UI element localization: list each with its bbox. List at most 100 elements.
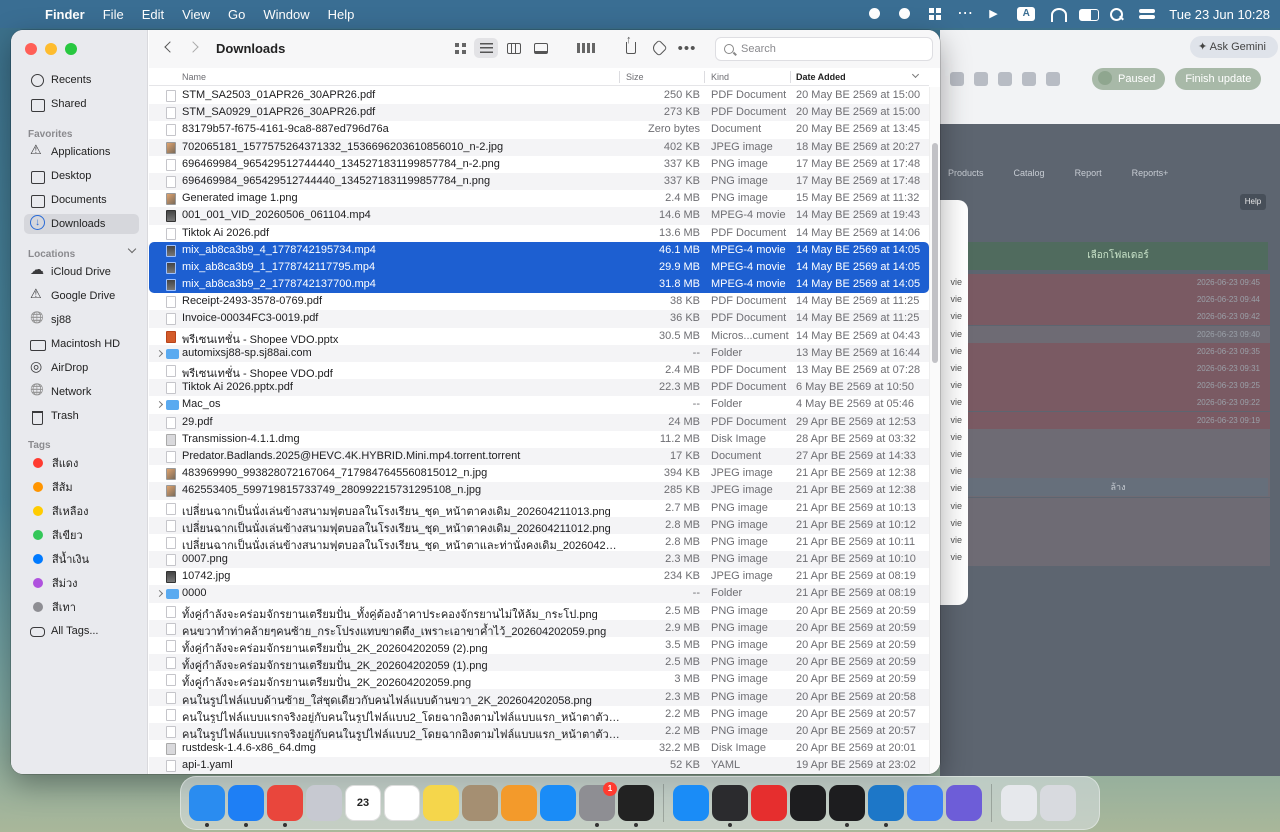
zoom-window-button[interactable] [65, 43, 77, 55]
job-row[interactable]: vie 2026-06-23 09:44 [940, 291, 1270, 309]
vertical-scrollbar[interactable] [929, 87, 940, 774]
file-row[interactable]: คนขวาทำท่าคล้ายๆคนซ้าย_กระโปรงแทบขาดตึง_… [149, 619, 929, 638]
file-row[interactable]: 462553405_599719815733749_28099221573129… [149, 482, 929, 500]
sidebar-item-tag[interactable]: สีแดง [24, 453, 139, 473]
file-row[interactable]: 10742.jpg 234 KB JPEG image 21 Apr BE 2569 … [149, 568, 929, 585]
job-row[interactable]: vie [940, 428, 1270, 446]
job-row[interactable]: vie 2026-06-23 09:31 [940, 360, 1270, 378]
puzzle-icon[interactable] [998, 72, 1012, 86]
sidebar-item-macintosh-hd[interactable]: Macintosh HD [24, 334, 139, 354]
help-button[interactable]: Help [1240, 194, 1266, 210]
file-row[interactable]: ทั้งคู่กำลังจะคร่อมจักรยานเตรียมปั่น_2K_… [149, 671, 929, 689]
column-size[interactable]: Size [626, 72, 644, 82]
finish-update-button[interactable]: Finish update [1175, 68, 1262, 90]
file-row[interactable]: Tiktok Ai 2026.pptx.pdf 22.3 MB PDF Docume… [149, 379, 929, 397]
extension-icon[interactable] [974, 72, 988, 86]
job-row[interactable]: vie [940, 549, 1270, 567]
disclosure-chevron-icon[interactable] [155, 401, 164, 409]
file-row[interactable]: ทั้งคู่กำลังจะคร่อมจักรยานเตรียมปั่น_2K_… [149, 637, 929, 655]
sidebar-item-applications[interactable]: Applications [24, 142, 139, 162]
sidebar-item-downloads[interactable]: Downloads [24, 214, 139, 234]
search-field[interactable] [715, 37, 933, 61]
menu-window[interactable]: Window [254, 7, 318, 22]
spotlight-icon[interactable] [1109, 7, 1125, 21]
sidebar-item-desktop[interactable]: Desktop [24, 166, 139, 186]
grid-app-icon[interactable] [712, 785, 748, 827]
activity-monitor-app-icon[interactable] [790, 785, 826, 821]
file-row[interactable]: Invoice-00034FC3-0019.pdf 36 KB PDF Docume… [149, 310, 929, 328]
scrollbar-thumb[interactable] [932, 143, 938, 363]
reminders-app-icon[interactable] [384, 785, 420, 821]
sidebar-item-tag[interactable]: สีเหลือง [24, 501, 139, 521]
job-row[interactable]: vie [940, 497, 1270, 515]
file-row[interactable]: Predator.Badlands.2025@HEVC.4K.HYBRID.Mi… [149, 447, 929, 466]
sidebar-item-google-drive[interactable]: Google Drive [24, 286, 139, 306]
menu-view[interactable]: View [173, 7, 219, 22]
file-row[interactable]: 0007.png 2.3 MB PNG image 21 Apr BE 2569 at… [149, 551, 929, 569]
safari-app-icon[interactable] [228, 785, 264, 827]
group-by-button[interactable] [570, 38, 604, 58]
job-row[interactable]: vie [940, 445, 1270, 463]
nav-products[interactable]: Products [948, 168, 984, 188]
launchpad-app-icon[interactable] [306, 785, 342, 821]
control-center-icon[interactable] [1139, 7, 1156, 21]
sidebar-item-all-tags[interactable]: All Tags... [24, 621, 139, 641]
sidebar-item-sj88[interactable]: sj88 [24, 310, 139, 330]
windows-status-icon[interactable] [927, 7, 943, 21]
search-input[interactable] [741, 43, 911, 55]
close-window-button[interactable] [25, 43, 37, 55]
share-button[interactable] [619, 34, 643, 58]
sidebar-item-tag[interactable]: สีส้ม [24, 477, 139, 497]
forward-chevron-icon[interactable] [187, 41, 199, 53]
minimize-window-button[interactable] [45, 43, 57, 55]
file-row[interactable]: automixsj88-sp.sj88ai.com -- Folder 13 May … [149, 344, 929, 362]
battery-icon[interactable] [1079, 7, 1100, 21]
calendar-app-icon[interactable]: 23 [345, 785, 381, 821]
file-row[interactable]: STM_SA2503_01APR26_30APR26.pdf 250 KB PDF … [149, 87, 929, 104]
file-row[interactable]: 483969990_993828072167064_71798476455608… [149, 465, 929, 482]
file-row[interactable]: เปลี่ยนฉากเป็นนั่งเล่นข้างสนามฟุตบอลในโร… [149, 534, 929, 552]
file-row[interactable]: ทั้งคู่กำลังจะคร่อมจักรยานเตรียมปั่น_ทั้… [149, 603, 929, 621]
nav-catalog[interactable]: Catalog [1014, 168, 1045, 188]
ask-gemini-button[interactable]: ✦ Ask Gemini [1190, 36, 1278, 58]
app-status-icon[interactable] [897, 7, 913, 21]
image-app-icon[interactable] [618, 785, 654, 827]
file-row[interactable]: 696469984_965429512744440_13452718311998… [149, 156, 929, 173]
column-divider[interactable] [619, 71, 620, 83]
download-icon[interactable] [1046, 72, 1060, 86]
chrome-app-icon[interactable] [267, 785, 303, 827]
wifi-icon[interactable] [1049, 7, 1068, 22]
file-row[interactable]: ทั้งคู่กำลังจะคร่อมจักรยานเตรียมปั่น_2K_… [149, 654, 929, 672]
menu-go[interactable]: Go [219, 7, 254, 22]
file-row[interactable]: 696469984_965429512744440_13452718311998… [149, 172, 929, 191]
paused-button[interactable]: Paused [1092, 68, 1166, 90]
sidebar-item-shared[interactable]: Shared [24, 94, 139, 114]
disclosure-chevron-icon[interactable] [155, 590, 164, 598]
file-row[interactable]: Tiktok Ai 2026.pdf 13.6 MB PDF Document 14 … [149, 225, 929, 242]
sidebar-item-tag[interactable]: สีน้ำเงิน [24, 549, 139, 569]
column-divider[interactable] [790, 71, 791, 83]
nav-reports-plus[interactable]: Reports+ [1132, 168, 1169, 188]
file-row[interactable]: 29.pdf 24 MB PDF Document 29 Apr BE 2569 at… [149, 413, 929, 431]
file-row[interactable]: 702065181_1577575264371332_1536696203610… [149, 138, 929, 156]
star-icon[interactable] [950, 72, 964, 86]
disclosure-chevron-icon[interactable] [155, 349, 164, 357]
terminal-app-icon[interactable] [829, 785, 865, 827]
file-row[interactable]: คนในรูปไฟล์แบบด้านซ้าย_ใส่ชุดเดียวกับคนไ… [149, 688, 929, 707]
sort-descending-chevron-icon[interactable] [911, 70, 920, 79]
sidebar-item-tag[interactable]: สีม่วง [24, 573, 139, 593]
file-row[interactable]: 83179b57-f675-4161-9ca8-887ed796d76a Zero… [149, 121, 929, 138]
job-row[interactable]: vie 2026-06-23 09:42 [940, 308, 1270, 326]
sidebar-item-icloud-drive[interactable]: iCloud Drive [24, 261, 139, 282]
chat-app-icon[interactable] [946, 785, 982, 821]
job-row[interactable]: vie 2026-06-23 09:40 [940, 325, 1270, 343]
trash-app-icon[interactable] [1040, 785, 1076, 821]
menubar-clock[interactable]: Tue 23 Jun 10:28 [1169, 7, 1270, 22]
input-source-icon[interactable]: A [1017, 7, 1036, 21]
menu-edit[interactable]: Edit [133, 7, 173, 22]
windows-app-icon[interactable] [673, 785, 709, 821]
record-status-icon[interactable] [867, 7, 883, 21]
column-kind[interactable]: Kind [711, 72, 729, 82]
job-row[interactable]: vie 2026-06-23 09:19 [940, 411, 1270, 429]
job-row[interactable]: vie 2026-06-23 09:25 [940, 377, 1270, 395]
